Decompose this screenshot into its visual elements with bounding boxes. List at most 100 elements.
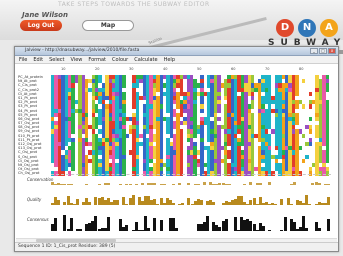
annotation-bar (317, 228, 321, 231)
ruler-tick: 30 (129, 67, 134, 71)
annotation-bar (233, 217, 237, 231)
annotation-bar (153, 183, 157, 185)
menu-format[interactable]: Format (88, 57, 106, 63)
ruler-tick: 60 (231, 67, 236, 71)
window-titlebar[interactable]: Jalview - http://dnasubway.../jalview/20… (15, 47, 338, 56)
menu-file[interactable]: File (19, 57, 27, 63)
annotation-bar (125, 225, 129, 231)
consensus-label: Consensus (27, 217, 49, 222)
site-header: TAKE STEPS TOWARDS THE SUBWAY EDITOR Jan… (0, 0, 343, 40)
annotation-bar (131, 195, 135, 205)
annotation-bar (134, 184, 138, 185)
annotation-bar (317, 183, 321, 185)
annotation-bar (258, 183, 262, 185)
position-ruler: 10 20 30 40 50 60 70 80 (51, 67, 331, 73)
annotation-bar (305, 228, 309, 231)
annotation-bar (261, 226, 265, 231)
minimize-button[interactable]: _ (310, 48, 318, 54)
ruler-tick: 10 (61, 67, 66, 71)
quality-track (51, 191, 331, 205)
annotation-bar (289, 204, 293, 205)
alignment-panel[interactable]: 10 20 30 40 50 60 70 80 PC_At_protein Nt_At_prot… (15, 65, 338, 176)
annotation-bar (243, 184, 247, 185)
annotation-bar (268, 230, 271, 231)
ruler-tick: 70 (265, 67, 270, 71)
annotation-bar (97, 184, 101, 185)
annotation-bar (196, 184, 200, 185)
annotation-bar (88, 202, 92, 205)
menu-bar: File Edit Select View Format Colour Calc… (15, 56, 338, 64)
annotation-bar (147, 228, 151, 231)
site-banner: TAKE STEPS TOWARDS THE SUBWAY EDITOR (58, 1, 210, 8)
menu-calculate[interactable]: Calculate (134, 57, 157, 63)
annotation-panel: Conservation Quality Consensus (15, 171, 338, 241)
user-name: Jane Wilson (22, 11, 68, 19)
window-controls: _ □ x (310, 48, 336, 54)
annotation-bar (171, 184, 175, 185)
annotation-bar (326, 219, 330, 231)
annotation-bar (308, 204, 312, 205)
annotation-bar (128, 184, 132, 185)
annotation-bar (280, 199, 284, 205)
window-title: Jalview - http://dnasubway.../jalview/20… (25, 48, 140, 53)
annotation-bar (249, 182, 253, 185)
annotation-bar (159, 220, 163, 231)
annotation-bar (78, 229, 82, 231)
logo-letter-d: D (276, 19, 294, 37)
jalview-window: Jalview - http://dnasubway.../jalview/20… (14, 46, 339, 252)
menu-help[interactable]: Help (164, 57, 175, 63)
logo-letter-a: A (320, 19, 338, 37)
site-frame: TAKE STEPS TOWARDS THE SUBWAY EDITOR Jan… (0, 0, 343, 256)
annotation-bar (162, 184, 166, 185)
annotation-bar (227, 184, 231, 185)
sequence-id-list: PC_At_protein Nt_At_prot C_Cis_prot C_Cis_p… (18, 75, 48, 176)
logout-button[interactable]: Log Out (20, 20, 62, 31)
menu-select[interactable]: Select (49, 57, 64, 63)
annotation-bar (292, 182, 296, 185)
annotation-bar (202, 182, 206, 185)
annotation-bar (199, 200, 203, 205)
ruler-tick: 80 (299, 67, 304, 71)
annotation-bar (153, 218, 157, 231)
alignment-grid[interactable] (51, 75, 330, 176)
annotation-bar (69, 184, 73, 185)
annotation-bar (326, 197, 330, 205)
annotation-bar (178, 183, 182, 185)
quality-label: Quality (27, 197, 42, 202)
conservation-track (51, 175, 331, 185)
annotation-bar (206, 216, 209, 231)
annotation-bar (268, 182, 271, 185)
annotation-bar (69, 218, 73, 231)
conservation-label: Conservation (27, 177, 54, 182)
annotation-bar (181, 203, 185, 205)
close-button[interactable]: x (328, 48, 336, 54)
annotation-bar (224, 219, 228, 231)
ruler-tick: 50 (197, 67, 202, 71)
annotation-bar (326, 184, 330, 185)
menu-edit[interactable]: Edit (33, 57, 43, 63)
consensus-track (51, 211, 331, 231)
ruler-tick: 40 (163, 67, 168, 71)
annotation-bar (283, 217, 287, 231)
annotation-bar (140, 183, 144, 185)
annotation-bar (175, 228, 178, 231)
annotation-bar (116, 200, 120, 205)
annotation-bar (75, 199, 79, 205)
status-bar: Sequence 1 ID: 1_Cis_prot Residue: 389 (… (15, 242, 338, 251)
menu-colour[interactable]: Colour (112, 57, 128, 63)
annotation-bar (85, 184, 89, 185)
annotation-bar (106, 183, 110, 185)
map-button[interactable]: Map (82, 20, 134, 31)
maximize-button[interactable]: □ (319, 48, 327, 54)
annotation-bar (119, 184, 123, 185)
annotation-bar (274, 204, 278, 205)
ruler-tick: 20 (95, 67, 100, 71)
logo-letter-n: N (298, 19, 316, 37)
annotation-bar (187, 183, 191, 185)
annotation-bar (212, 202, 216, 205)
menu-view[interactable]: View (71, 57, 83, 63)
annotation-bar (57, 200, 61, 205)
annotation-bar (106, 217, 110, 231)
annotation-bar (54, 218, 58, 231)
annotation-bar (171, 203, 175, 205)
